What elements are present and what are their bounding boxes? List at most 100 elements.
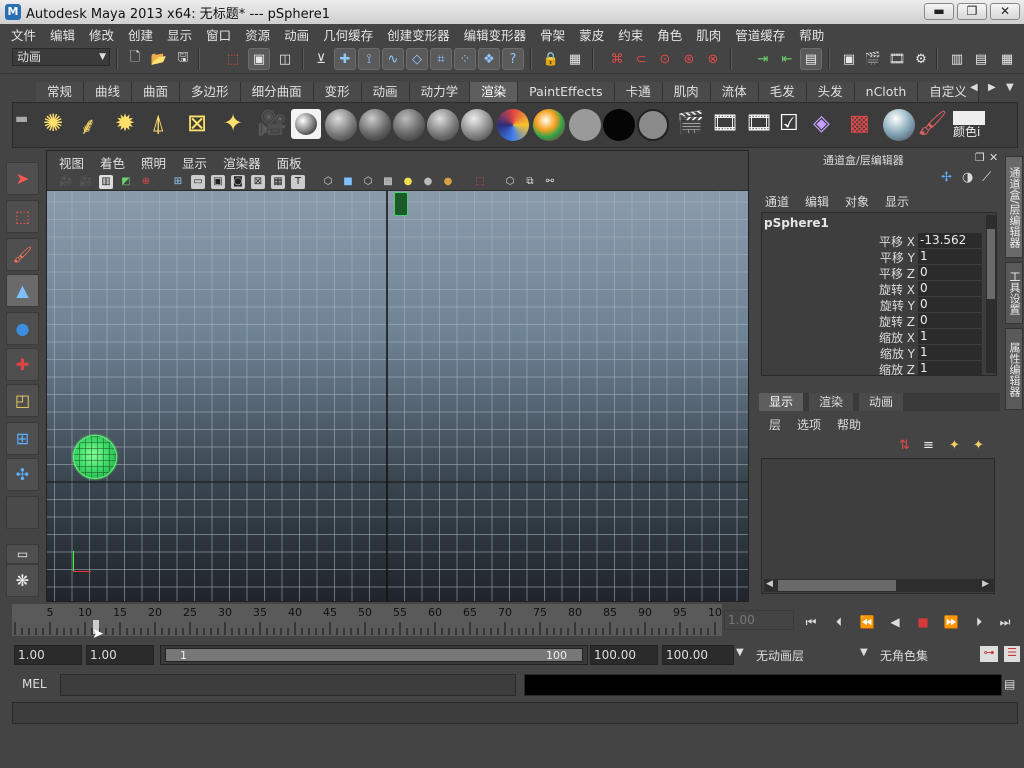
select-dynamics-icon[interactable]: ⁘ [454, 48, 476, 70]
resolution-gate-icon[interactable]: ▣ [211, 175, 225, 189]
vtab-tool-settings[interactable]: 工具设置 [1005, 262, 1023, 324]
go-to-end-icon[interactable]: ⏭ [994, 612, 1016, 632]
xray-joints-icon[interactable]: ⧉ [523, 175, 537, 189]
select-component-icon[interactable]: ◫ [274, 48, 296, 70]
point-light-icon[interactable]: ✹ [115, 109, 135, 137]
ray-trace-icon[interactable] [883, 109, 915, 141]
attr-row-rotate-z[interactable]: 旋转 Z0 [762, 313, 987, 329]
layer-tab-anim[interactable]: 动画 [859, 393, 904, 411]
layer-menu-options[interactable]: 选项 [789, 416, 829, 433]
channel-menu-object[interactable]: 对象 [837, 193, 877, 210]
surface-shader-icon[interactable] [603, 109, 635, 141]
menu-skeleton[interactable]: 骨架 [533, 25, 572, 44]
camera-icon[interactable]: 🎥 [257, 109, 287, 137]
menu-window[interactable]: 窗口 [199, 25, 238, 44]
menu-modify[interactable]: 修改 [82, 25, 121, 44]
spot-light-icon[interactable]: ⍋ [151, 109, 165, 137]
render-current-frame-icon[interactable]: 🎬 [677, 111, 704, 136]
scale-tool-icon[interactable]: ✚ [6, 348, 39, 381]
menu-file[interactable]: 文件 [4, 25, 43, 44]
panel-menu-view[interactable]: 视图 [51, 153, 92, 172]
shelf-tab-polygons[interactable]: 多边形 [180, 82, 241, 102]
select-curves-icon[interactable]: ∿ [382, 48, 404, 70]
shelf-tab-animation[interactable]: 动画 [361, 82, 410, 102]
attr-row-scale-y[interactable]: 缩放 Y1 [762, 345, 987, 361]
psphere-object[interactable] [73, 435, 117, 479]
use-default-lighting-icon[interactable]: ● [401, 175, 415, 189]
shelf-scroll-right-icon[interactable]: ▶ [988, 82, 996, 93]
phong-material-icon[interactable] [427, 109, 459, 141]
camera-attributes-icon[interactable]: 🎥 [79, 175, 93, 189]
move-layer-down-icon[interactable]: ≡ [923, 438, 934, 453]
panel-menu-shading[interactable]: 着色 [92, 153, 133, 172]
attr-value[interactable]: 0 [918, 281, 982, 296]
textured-icon[interactable]: ▩ [381, 175, 395, 189]
volume-light-icon[interactable]: ✦ [223, 109, 243, 137]
panel-menu-show[interactable]: 显示 [174, 153, 215, 172]
paint-brush-icon[interactable]: 🖌 [917, 109, 947, 137]
image-plane-icon[interactable]: ◩ [119, 175, 133, 189]
minimize-button[interactable]: ▬ [924, 3, 954, 20]
snap-grid-icon[interactable]: ⌘ [606, 48, 628, 70]
bookmarks-icon[interactable]: ▥ [99, 175, 113, 189]
close-button[interactable]: ✕ [990, 3, 1020, 20]
close-panel-icon[interactable]: ✕ [989, 151, 998, 164]
isolate-select-icon[interactable]: ⬚ [473, 175, 487, 189]
show-manipulator-icon[interactable]: ✣ [6, 458, 39, 491]
construction-history-icon[interactable]: ▤ [800, 48, 822, 70]
ramp-shader-icon[interactable] [533, 109, 565, 141]
camera-object-icon[interactable] [394, 192, 408, 216]
safe-title-icon[interactable]: T [291, 175, 305, 189]
char-set-dropdown-icon[interactable]: ▼ [860, 647, 868, 658]
last-tool-slot[interactable] [6, 496, 39, 529]
current-frame-field[interactable]: 1.00 [724, 610, 794, 630]
time-slider[interactable]: 5 10 15 20 25 30 35 40 45 50 55 60 65 70 75 80 85 90 95 10 … [12, 604, 722, 642]
vtab-channel-box[interactable]: 通道盒/层编辑器 [1005, 156, 1023, 258]
anisotropic-material-icon[interactable] [325, 109, 357, 141]
menu-muscle[interactable]: 肌肉 [689, 25, 728, 44]
toggle-channelbox-icon[interactable]: ▥ [946, 48, 968, 70]
render-settings-shelf-icon[interactable]: ☑ [779, 111, 799, 136]
layer-menu-layers[interactable]: 层 [761, 416, 789, 433]
layout-single-icon[interactable]: ▭ [6, 544, 39, 564]
hypershade-icon[interactable]: ◈ [813, 111, 830, 136]
shelf-tab-fur[interactable]: 毛发 [758, 82, 807, 102]
shelf-tab-surfaces[interactable]: 曲面 [132, 82, 181, 102]
render-current-icon[interactable]: 🎬 [862, 48, 884, 70]
move-tool-icon[interactable]: ▲ [6, 274, 39, 307]
anim-layer-label[interactable]: 无动画层 [756, 647, 804, 664]
viewport[interactable] [47, 191, 748, 601]
vtab-attribute-editor[interactable]: 属性编辑器 [1005, 328, 1023, 410]
shelf-menu-icon[interactable]: ▼ [1006, 82, 1014, 93]
go-to-start-icon[interactable]: ⏮ [800, 612, 822, 632]
end-time-field[interactable]: 100.00 [662, 645, 734, 665]
input-ops-icon[interactable]: ⇥ [752, 48, 774, 70]
channel-scrollbar[interactable] [986, 215, 996, 373]
layer-hscrollbar[interactable]: ◀ ▶ [764, 579, 994, 592]
new-layer-selected-icon[interactable]: ✦ [973, 438, 984, 453]
mel-label[interactable]: MEL [22, 677, 47, 691]
menu-constrain[interactable]: 约束 [611, 25, 650, 44]
float-panel-icon[interactable]: ❐ [975, 151, 985, 164]
shelf-tab-hair[interactable]: 头发 [806, 82, 855, 102]
shelf-tab-muscle[interactable]: 肌肉 [662, 82, 711, 102]
shelf-tab-rendering[interactable]: 渲染 [470, 82, 519, 102]
scroll-left-icon[interactable]: ◀ [766, 579, 773, 589]
new-empty-layer-icon[interactable]: ✦ [949, 438, 960, 453]
soft-mod-tool-icon[interactable]: ⊞ [6, 422, 39, 455]
batch-render-icon[interactable]: 🎞 [745, 111, 773, 136]
menuset-dropdown[interactable]: 动画 ▼ [12, 48, 110, 66]
scroll-right-icon[interactable]: ▶ [982, 579, 989, 589]
command-input[interactable] [60, 674, 516, 696]
wireframe-on-shaded-icon[interactable]: ⬡ [361, 175, 375, 189]
autokey-icon[interactable]: ⊶ [980, 646, 998, 662]
attr-row-translate-x[interactable]: 平移 X -13.562 [762, 233, 987, 249]
shelf-tab-curves[interactable]: 曲线 [84, 82, 133, 102]
snap-point-icon[interactable]: ⊙ [654, 48, 676, 70]
step-back-icon[interactable]: ⏴ [828, 612, 850, 632]
menu-assets[interactable]: 资源 [238, 25, 277, 44]
start-time-field[interactable]: 1.00 [14, 645, 82, 665]
gate-mask-icon[interactable]: ◙ [231, 175, 245, 189]
use-all-lights-icon[interactable]: ● [421, 175, 435, 189]
step-back-key-icon[interactable]: ⏪ [856, 612, 878, 632]
